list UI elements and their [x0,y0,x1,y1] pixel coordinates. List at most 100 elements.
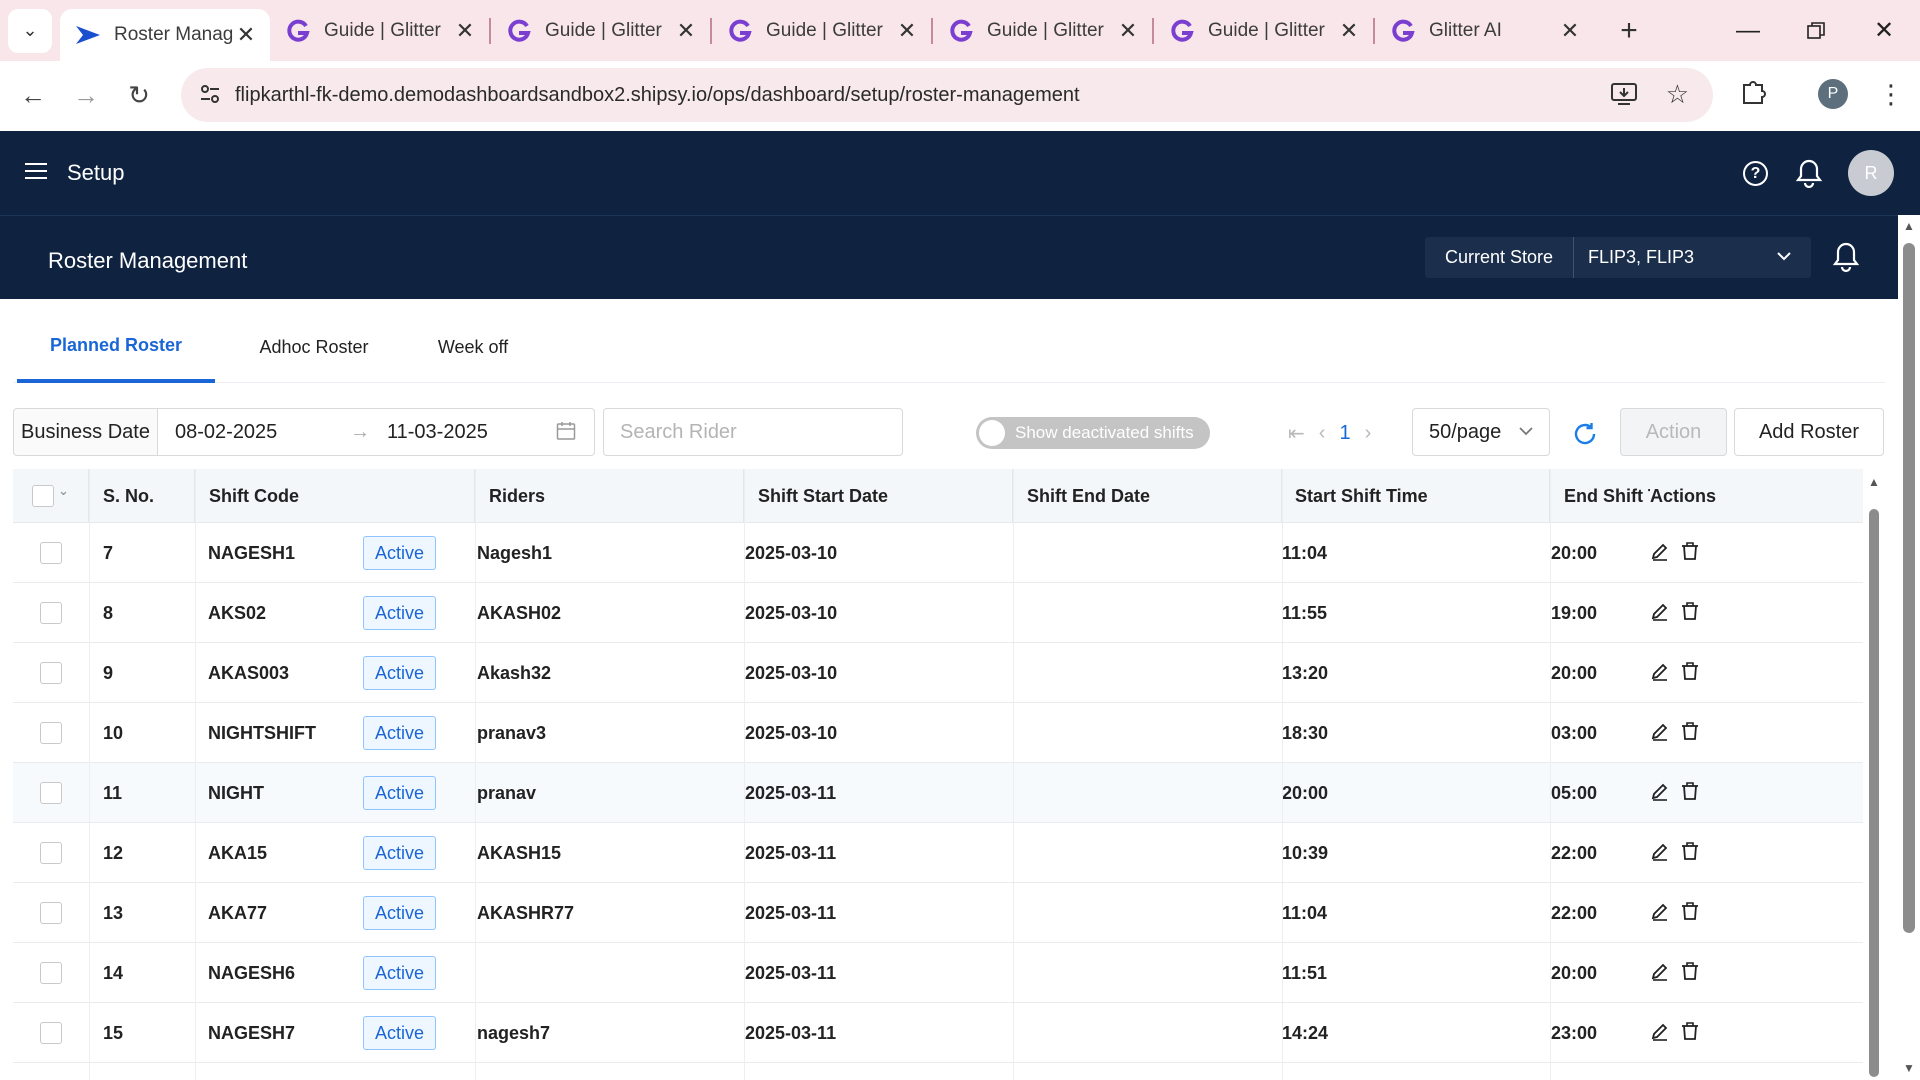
table-header: ⌄ S. No. Shift Code Riders Shift Start D… [13,469,1863,523]
user-avatar[interactable]: R [1848,150,1894,196]
browser-tab[interactable]: Roster Manag ✕ [60,9,270,61]
edit-icon[interactable] [1650,1021,1672,1043]
tab-adhoc-roster[interactable]: Adhoc Roster [231,311,397,383]
table-row[interactable]: 9 AKAS003 Active Akash32 2025-03-10 13:20 20:0… [13,643,1863,703]
tab-search-button[interactable]: ⌄ [8,8,52,53]
edit-icon[interactable] [1650,781,1672,803]
first-page-icon[interactable]: ⇤ [1288,421,1305,446]
profile-avatar[interactable]: P [1818,79,1848,109]
row-checkbox[interactable] [40,662,62,684]
table-scroll-thumb[interactable] [1869,509,1879,1077]
page-scrollbar[interactable]: ▲ ▼ [1898,215,1920,1080]
delete-icon[interactable] [1680,1021,1702,1043]
browser-tab[interactable]: Guide | Glitter ✕ [270,0,489,61]
delete-icon[interactable] [1680,721,1702,743]
close-tab-icon[interactable]: ✕ [455,18,475,44]
browser-tab[interactable]: Glitter AI ✕ [1375,0,1594,61]
table-row[interactable]: 7 NAGESH1 Active Nagesh1 2025-03-10 11:04 20:0… [13,523,1863,583]
edit-icon[interactable] [1650,601,1672,623]
browser-tab[interactable]: Guide | Glitter ✕ [491,0,710,61]
select-options-icon[interactable]: ⌄ [58,483,69,499]
row-checkbox[interactable] [40,782,62,804]
edit-icon[interactable] [1650,901,1672,923]
end-date[interactable]: 11-03-2025 [387,421,488,444]
edit-icon[interactable] [1650,661,1672,683]
scroll-up-icon[interactable]: ▲ [1868,475,1880,489]
close-tab-icon[interactable]: ✕ [236,22,256,48]
minimize-icon[interactable]: — [1714,0,1782,61]
page-scroll-down-icon[interactable]: ▼ [1903,1061,1915,1075]
bookmark-star-icon[interactable]: ☆ [1666,79,1689,110]
site-settings-icon[interactable] [199,83,221,110]
browser-tab[interactable]: Guide | Glitter ✕ [1154,0,1373,61]
delete-icon[interactable] [1680,841,1702,863]
restore-icon[interactable] [1782,0,1850,61]
reload-icon[interactable]: ↻ [117,74,161,118]
browser-menu-icon[interactable]: ⋮ [1878,79,1904,109]
new-tab-button[interactable]: + [1612,14,1646,48]
table-row[interactable]: 11 NIGHT Active pranav 2025-03-11 20:00 05:00 [13,763,1863,823]
page-scroll-up-icon[interactable]: ▲ [1903,219,1915,233]
delete-icon[interactable] [1680,541,1702,563]
page-scroll-thumb[interactable] [1903,243,1915,933]
edit-icon[interactable] [1650,541,1672,563]
store-select[interactable]: FLIP3, FLIP3 [1573,237,1811,278]
search-rider-input[interactable]: Search Rider [603,408,903,456]
next-page-icon[interactable]: › [1365,422,1372,445]
store-select-value: FLIP3, FLIP3 [1588,247,1695,267]
browser-tab[interactable]: Guide | Glitter ✕ [712,0,931,61]
notification-bell-icon[interactable] [1795,158,1823,193]
table-row[interactable]: 15 NAGESH7 Active nagesh7 2025-03-11 14:24 23:… [13,1003,1863,1063]
row-checkbox[interactable] [40,842,62,864]
table-scrollbar[interactable]: ▲ [1863,469,1885,1080]
current-page[interactable]: 1 [1339,422,1350,445]
table-row[interactable]: 8 AKS02 Active AKASH02 2025-03-10 11:55 19:00 [13,583,1863,643]
help-icon[interactable]: ? [1743,161,1768,186]
forward-icon[interactable]: → [64,74,108,118]
close-window-icon[interactable]: ✕ [1850,0,1918,61]
prev-page-icon[interactable]: ‹ [1319,422,1326,445]
table-row[interactable]: 13 AKA77 Active AKASHR77 2025-03-11 11:04 22:0… [13,883,1863,943]
row-checkbox[interactable] [40,602,62,624]
delete-icon[interactable] [1680,781,1702,803]
row-checkbox[interactable] [40,962,62,984]
tab-planned-roster[interactable]: Planned Roster [17,311,215,383]
row-checkbox[interactable] [40,1022,62,1044]
row-checkbox[interactable] [40,902,62,924]
install-app-icon[interactable] [1611,82,1637,111]
edit-icon[interactable] [1650,961,1672,983]
hamburger-menu-icon[interactable] [25,162,47,185]
start-date[interactable]: 08-02-2025 [175,421,277,444]
select-all-checkbox[interactable] [32,485,55,507]
delete-icon[interactable] [1680,601,1702,623]
user-avatar-initial: R [1864,162,1878,183]
add-roster-button[interactable]: Add Roster [1734,408,1884,456]
page-size-select[interactable]: 50/page [1412,408,1550,456]
select-all-cell: ⌄ [13,469,89,523]
delete-icon[interactable] [1680,901,1702,923]
close-tab-icon[interactable]: ✕ [1339,18,1359,44]
store-bell-icon[interactable] [1832,241,1860,278]
close-tab-icon[interactable]: ✕ [1560,18,1580,44]
close-tab-icon[interactable]: ✕ [1118,18,1138,44]
date-range-picker[interactable]: 08-02-2025 → 11-03-2025 [158,408,595,456]
show-deactivated-toggle[interactable]: Show deactivated shifts [976,417,1210,449]
close-tab-icon[interactable]: ✕ [897,18,917,44]
browser-tab[interactable]: Guide | Glitter ✕ [933,0,1152,61]
tab-week-off[interactable]: Week off [403,311,543,383]
edit-icon[interactable] [1650,721,1672,743]
delete-icon[interactable] [1680,961,1702,983]
delete-icon[interactable] [1680,661,1702,683]
table-row[interactable]: 10 NIGHTSHIFT Active pranav3 2025-03-10 18:30… [13,703,1863,763]
close-tab-icon[interactable]: ✕ [676,18,696,44]
action-button[interactable]: Action [1620,408,1727,456]
row-checkbox[interactable] [40,722,62,744]
refresh-icon[interactable] [1572,421,1598,447]
row-checkbox[interactable] [40,542,62,564]
table-row[interactable]: 12 AKA15 Active AKASH15 2025-03-11 10:39 22:00 [13,823,1863,883]
back-icon[interactable]: ← [11,74,55,118]
extensions-icon[interactable] [1740,77,1768,110]
address-bar[interactable]: flipkarthl-fk-demo.demodashboardsandbox2… [181,68,1713,122]
edit-icon[interactable] [1650,841,1672,863]
table-row[interactable]: 14 NAGESH6 Active 2025-03-11 11:51 20:00 [13,943,1863,1003]
